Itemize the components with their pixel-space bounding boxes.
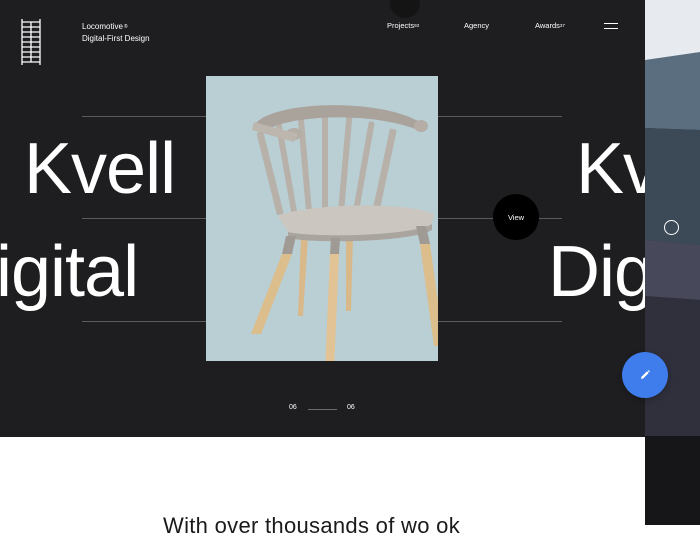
- hero-word-right-2: Digi: [548, 232, 645, 312]
- slide-progress-line: [308, 409, 337, 410]
- nav-awards-count: 37: [559, 23, 565, 28]
- view-button-label: View: [507, 212, 525, 222]
- divider-line: [82, 116, 206, 117]
- pencil-icon: [641, 370, 650, 379]
- divider-line: [82, 321, 206, 322]
- nav-awards-label: Awards: [535, 21, 560, 30]
- brand-name[interactable]: Locomotive® Digital-First Design: [82, 21, 150, 45]
- view-button[interactable]: View: [493, 194, 539, 240]
- side-preview-panel[interactable]: [645, 0, 700, 525]
- brand-line-1: Locomotive: [82, 22, 123, 31]
- brand-line-2: Digital-First Design: [82, 34, 150, 43]
- nav-projects-label: Projects: [387, 21, 415, 30]
- nav-agency-label: Agency: [464, 21, 490, 30]
- nav-projects[interactable]: Projects93: [387, 21, 419, 31]
- divider-line: [438, 116, 562, 117]
- hero-word-left-2: igital: [0, 232, 139, 312]
- divider-line: [82, 218, 206, 219]
- nav-agency[interactable]: Agency: [464, 21, 489, 31]
- hamburger-menu-icon[interactable]: [604, 23, 618, 32]
- logo-icon[interactable]: [20, 19, 42, 65]
- nav-projects-count: 93: [414, 23, 420, 28]
- nav-awards[interactable]: Awards37: [535, 21, 565, 31]
- edit-button[interactable]: [622, 352, 668, 398]
- cursor-dot: [390, 0, 420, 18]
- slide-counter-current: 06: [289, 404, 297, 411]
- registered-mark: ®: [123, 24, 128, 30]
- chair-illustration: [251, 105, 438, 361]
- hero-word-right-1: Kv: [576, 129, 645, 209]
- divider-line: [438, 321, 562, 322]
- intro-text: With over thousands of wo ok: [163, 513, 460, 538]
- slide-counter-total: 06: [347, 404, 355, 411]
- side-preview-image: [645, 0, 700, 525]
- hero-word-left-1: Kvell: [24, 129, 176, 209]
- product-image[interactable]: [206, 76, 438, 361]
- hero-section: Locomotive® Digital-First Design Project…: [0, 0, 645, 437]
- circle-icon[interactable]: [664, 220, 679, 235]
